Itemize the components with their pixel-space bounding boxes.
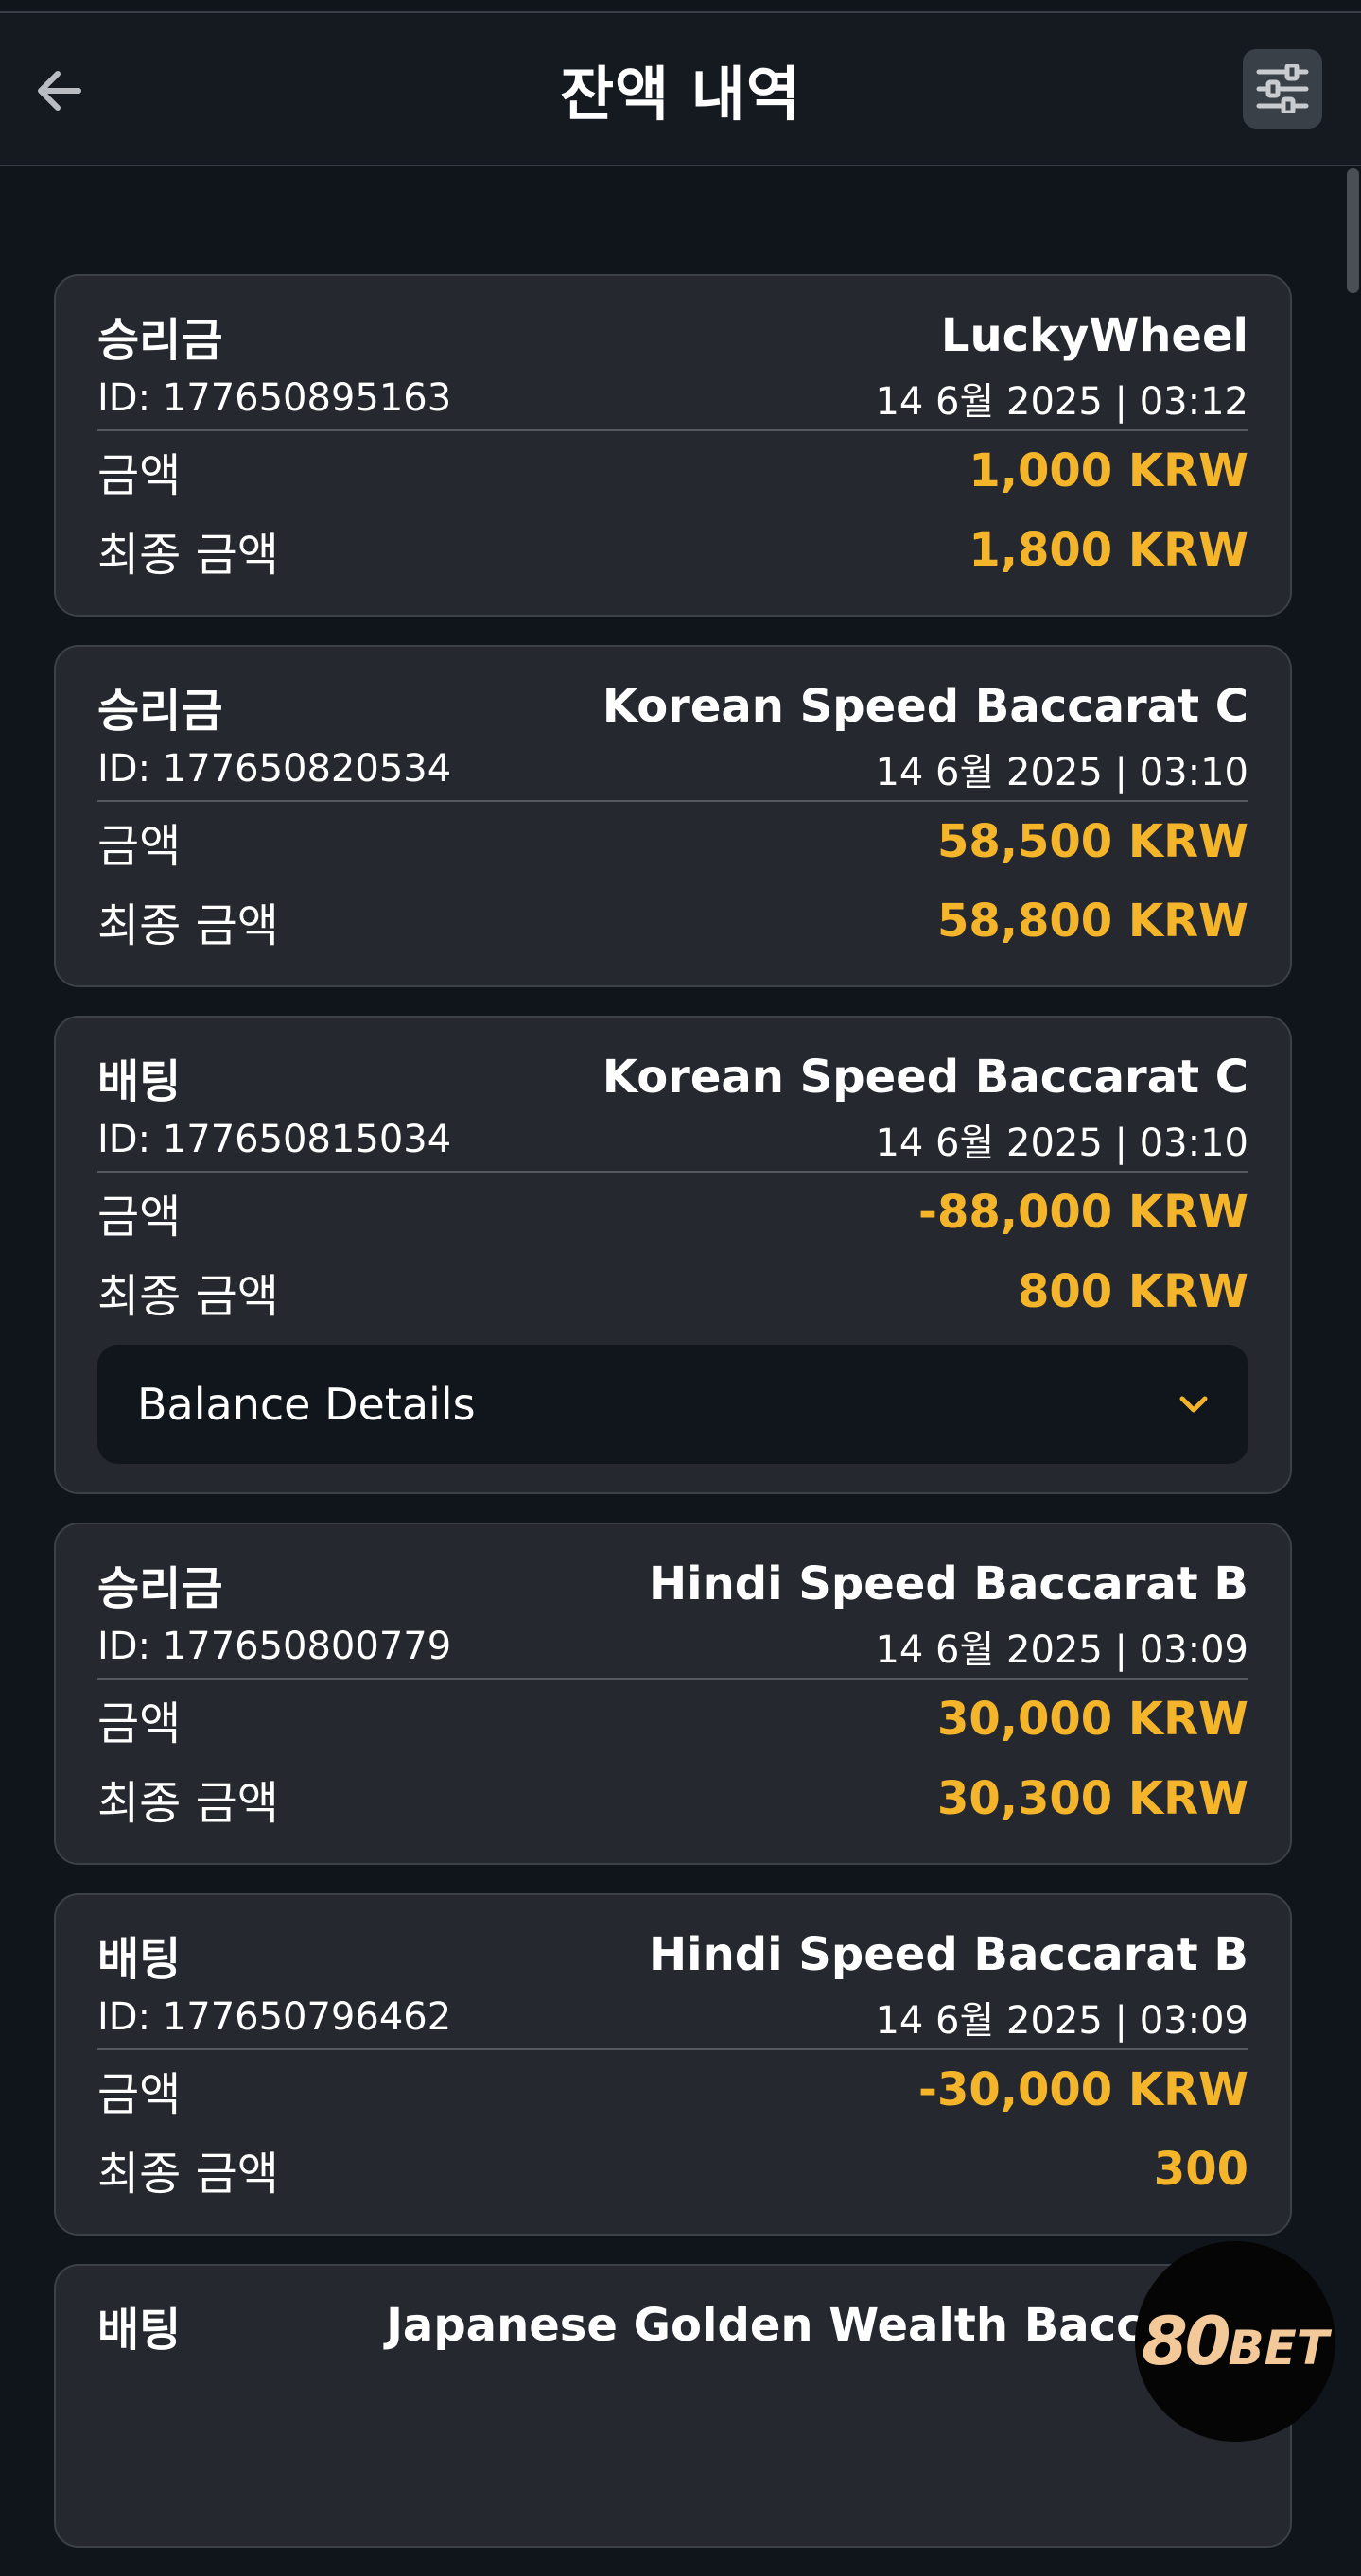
transaction-id: ID: 177650800779	[97, 1625, 452, 1668]
transaction-list: 승리금 LuckyWheel ID: 177650895163 14 6월 20…	[54, 274, 1292, 2576]
game-name: Hindi Speed Baccarat B	[648, 1558, 1248, 1610]
final-amount-value: 58,800 KRW	[936, 895, 1248, 948]
amount-value: 1,000 KRW	[968, 444, 1248, 497]
transaction-card[interactable]: 승리금 Korean Speed Baccarat C ID: 17765082…	[54, 645, 1292, 987]
transaction-id: ID: 177650820534	[97, 747, 452, 791]
final-amount-value: 30,300 KRW	[936, 1772, 1248, 1825]
transaction-id: ID: 177650796462	[97, 1995, 452, 2039]
amount-label: 금액	[97, 449, 182, 502]
brand-logo[interactable]: 80BET	[1135, 2241, 1335, 2442]
transaction-card[interactable]: 승리금 LuckyWheel ID: 177650895163 14 6월 20…	[54, 274, 1292, 617]
scrollbar-thumb[interactable]	[1347, 168, 1359, 293]
final-amount-label: 최종 금액	[97, 529, 279, 582]
transaction-datetime: 14 6월 2025 | 03:09	[875, 1999, 1248, 2043]
amount-label: 금액	[97, 2068, 182, 2121]
amount-value: 58,500 KRW	[936, 815, 1248, 868]
amount-label: 금액	[97, 1697, 182, 1750]
amount-value: 30,000 KRW	[936, 1693, 1248, 1746]
transaction-type: 배팅	[97, 1055, 182, 1108]
transaction-datetime: 14 6월 2025 | 03:12	[875, 380, 1248, 424]
transaction-id: ID: 177650815034	[97, 1118, 452, 1161]
arrow-left-icon	[38, 71, 81, 111]
transaction-id: ID: 177650895163	[97, 376, 452, 420]
transaction-type: 승리금	[97, 685, 223, 738]
transaction-type: 승리금	[97, 314, 223, 367]
amount-label: 금액	[97, 1191, 182, 1244]
logo-number: 80	[1142, 2303, 1230, 2380]
page-title: 잔액 내역	[560, 60, 801, 129]
scrollbar-track[interactable]	[1346, 166, 1361, 2491]
transaction-type: 승리금	[97, 1562, 223, 1615]
game-name: LuckyWheel	[940, 309, 1248, 362]
back-button[interactable]	[28, 61, 89, 121]
amount-value: -30,000 KRW	[918, 2063, 1248, 2116]
balance-details-label: Balance Details	[137, 1379, 476, 1430]
logo-suffix: BET	[1228, 2321, 1329, 2376]
final-amount-value: 800 KRW	[1017, 1265, 1248, 1318]
app-header: 잔액 내역	[0, 13, 1361, 166]
transaction-type: 배팅	[97, 1933, 182, 1986]
game-name: Korean Speed Baccarat C	[602, 1051, 1248, 1104]
transaction-card[interactable]: 배팅 Korean Speed Baccarat C ID: 177650815…	[54, 1016, 1292, 1494]
amount-label: 금액	[97, 820, 182, 873]
final-amount-label: 최종 금액	[97, 2148, 279, 2201]
game-name: Korean Speed Baccarat C	[602, 680, 1248, 733]
final-amount-value: 1,800 KRW	[968, 524, 1248, 577]
top-divider	[0, 0, 1361, 13]
chevron-down-icon	[1179, 1396, 1208, 1413]
transaction-datetime: 14 6월 2025 | 03:10	[875, 751, 1248, 794]
final-amount-label: 최종 금액	[97, 1777, 279, 1830]
final-amount-value: 300	[1153, 2143, 1248, 2196]
final-amount-label: 최종 금액	[97, 899, 279, 952]
filter-button[interactable]	[1243, 49, 1322, 129]
transaction-card[interactable]: 배팅 Japanese Golden Wealth Baccarat	[54, 2264, 1292, 2548]
transaction-card[interactable]: 승리금 Hindi Speed Baccarat B ID: 177650800…	[54, 1523, 1292, 1865]
final-amount-label: 최종 금액	[97, 1270, 279, 1323]
amount-value: -88,000 KRW	[918, 1186, 1248, 1239]
game-name: Japanese Golden Wealth Baccarat	[386, 2299, 1248, 2352]
transaction-type: 배팅	[97, 2304, 182, 2357]
balance-details-button[interactable]: Balance Details	[97, 1345, 1248, 1464]
transaction-datetime: 14 6월 2025 | 03:10	[875, 1122, 1248, 1165]
game-name: Hindi Speed Baccarat B	[648, 1928, 1248, 1981]
transaction-card[interactable]: 배팅 Hindi Speed Baccarat B ID: 1776507964…	[54, 1893, 1292, 2236]
sliders-icon	[1256, 64, 1309, 113]
transaction-datetime: 14 6월 2025 | 03:09	[875, 1628, 1248, 1672]
